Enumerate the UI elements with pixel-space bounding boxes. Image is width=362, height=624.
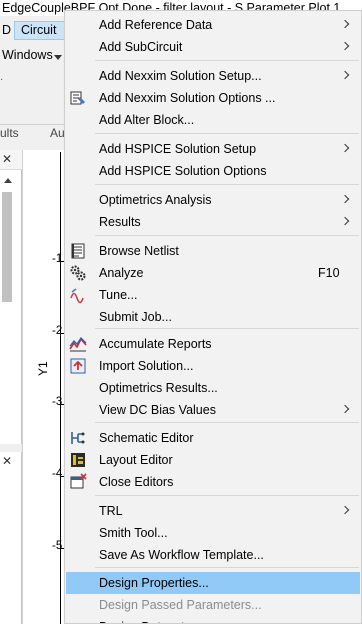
menu-d[interactable]: D xyxy=(0,21,11,40)
scrollbar-thumb[interactable] xyxy=(2,192,12,302)
menu-item-label: Results xyxy=(99,215,141,229)
menu-item-label: Add Nexxim Solution Options ... xyxy=(99,91,276,105)
menu-item-label: Save As Workflow Template... xyxy=(99,548,264,562)
plot-y-axis-label: Y1 xyxy=(36,361,50,376)
submenu-arrow-icon xyxy=(340,143,350,153)
tab-au[interactable]: Au xyxy=(50,126,65,140)
windows-dropdown-caret-icon[interactable] xyxy=(54,55,62,60)
menu-item-add-subcircuit[interactable]: Add SubCircuit xyxy=(66,36,360,58)
menu-item-label: Layout Editor xyxy=(99,453,173,467)
menu-item-label: Analyze xyxy=(99,266,144,280)
menu-item-browse-netlist[interactable]: Browse Netlist xyxy=(66,240,360,262)
menu-item-view-dc-bias-values[interactable]: View DC Bias Values xyxy=(66,399,360,421)
menu-item-label: Submit Job... xyxy=(99,310,172,324)
menu-item-import-solution[interactable]: Import Solution... xyxy=(66,355,360,377)
circuit-context-menu: Add Reference Data Add SubCircuit Add Nexx… xyxy=(64,10,362,624)
submenu-arrow-icon xyxy=(340,505,350,515)
menu-item-save-as-workflow-template[interactable]: Save As Workflow Template... xyxy=(66,544,360,566)
submenu-arrow-icon xyxy=(340,41,350,51)
menu-item-add-reference-data[interactable]: Add Reference Data xyxy=(66,14,360,36)
menu-item-label: Add Alter Block... xyxy=(99,113,195,127)
menu-item-label: TRL xyxy=(99,504,123,518)
menu-item-label: Add Nexxim Solution Setup... xyxy=(99,69,262,83)
submenu-arrow-icon xyxy=(340,216,350,226)
y-tick-label: -5 xyxy=(52,540,63,552)
menu-item-design-datasets[interactable]: Design Datasets... xyxy=(66,616,360,623)
menu-item-schematic-editor[interactable]: Schematic Editor xyxy=(66,427,360,449)
menu-separator xyxy=(95,60,359,61)
menu-item-accumulate-reports[interactable]: Accumulate Reports xyxy=(66,333,360,355)
menu-item-results[interactable]: Results xyxy=(66,211,360,233)
windows-label[interactable]: Windows xyxy=(2,48,53,62)
menu-item-label: Accumulate Reports xyxy=(99,337,212,351)
plot-y-axis xyxy=(60,152,61,624)
project-panel-header: ✕ xyxy=(0,150,22,170)
submenu-arrow-icon xyxy=(340,19,350,29)
menu-item-label: Design Passed Parameters... xyxy=(99,598,262,612)
menu-separator xyxy=(95,495,359,496)
ribbon-separator xyxy=(0,124,66,125)
menu-item-analyze[interactable]: Analyze F10 xyxy=(66,262,360,284)
menu-circuit[interactable]: Circuit xyxy=(14,21,66,40)
menu-item-submit-job[interactable]: Submit Job... xyxy=(66,306,360,328)
y-tick-label: -3 xyxy=(52,396,63,408)
menu-item-add-nexxim-solution-options[interactable]: Add Nexxim Solution Options ... xyxy=(66,87,360,109)
menu-item-add-nexxim-solution-setup[interactable]: Add Nexxim Solution Setup... xyxy=(66,65,360,87)
menu-item-shortcut: F10 xyxy=(318,266,340,280)
close-icon[interactable]: ✕ xyxy=(2,454,12,468)
y-tick-label: -2 xyxy=(52,325,63,337)
menu-item-label: Schematic Editor xyxy=(99,431,194,445)
menu-separator xyxy=(95,422,359,423)
menu-item-label: Import Solution... xyxy=(99,359,194,373)
menu-item-label: Optimetrics Analysis xyxy=(99,193,212,207)
close-icon[interactable]: ✕ xyxy=(2,152,12,166)
menu-item-label: Add SubCircuit xyxy=(99,40,183,54)
menu-separator xyxy=(95,133,359,134)
menu-item-optimetrics-results[interactable]: Optimetrics Results... xyxy=(66,377,360,399)
menu-item-optimetrics-analysis[interactable]: Optimetrics Analysis xyxy=(66,189,360,211)
menu-item-label: Design Properties... xyxy=(99,576,209,590)
menu-separator xyxy=(95,235,359,236)
menu-item-trl[interactable]: TRL xyxy=(66,500,360,522)
submenu-arrow-icon xyxy=(340,404,350,414)
menu-item-label: Add Reference Data xyxy=(99,18,213,32)
submenu-arrow-icon xyxy=(340,70,350,80)
menu-item-label: Browse Netlist xyxy=(99,244,179,258)
menu-item-label: View DC Bias Values xyxy=(99,403,216,417)
menu-separator xyxy=(95,567,359,568)
submenu-arrow-icon xyxy=(340,194,350,204)
menu-item-close-editors[interactable]: Close Editors xyxy=(66,471,360,493)
tab-results[interactable]: ults xyxy=(0,126,19,140)
menu-item-layout-editor[interactable]: Layout Editor xyxy=(66,449,360,471)
menu-item-add-hspice-solution-setup[interactable]: Add HSPICE Solution Setup xyxy=(66,138,360,160)
menu-item-label: Add HSPICE Solution Options xyxy=(99,164,267,178)
menubar: D Circuit xyxy=(0,20,66,40)
project-panel: ✕ xyxy=(0,150,22,444)
menu-item-design-properties[interactable]: Design Properties... xyxy=(66,572,360,594)
menu-item-label: Close Editors xyxy=(99,475,174,489)
y-tick-label: -4 xyxy=(52,468,63,480)
menu-item-design-passed-parameters: Design Passed Parameters... xyxy=(66,594,360,616)
menu-item-label: Design Datasets... xyxy=(99,616,201,623)
menu-item-label: Add HSPICE Solution Setup xyxy=(99,142,257,156)
menu-item-label: Tune... xyxy=(99,288,138,302)
menu-item-label: Optimetrics Results... xyxy=(99,381,218,395)
properties-panel: ✕ xyxy=(0,452,22,624)
menu-item-tune[interactable]: Tune... xyxy=(66,284,360,306)
menu-item-add-hspice-solution-options[interactable]: Add HSPICE Solution Options xyxy=(66,160,360,182)
menu-separator xyxy=(95,328,359,329)
menu-item-add-alter-block[interactable]: Add Alter Block... xyxy=(66,109,360,131)
menu-item-smith-tool[interactable]: Smith Tool... xyxy=(66,522,360,544)
menu-separator xyxy=(95,184,359,185)
scroll-up-icon[interactable] xyxy=(4,178,12,183)
toolbar-marker: · xyxy=(0,74,4,85)
y-tick-label: -1 xyxy=(52,253,63,265)
menu-item-label: Smith Tool... xyxy=(99,526,168,540)
